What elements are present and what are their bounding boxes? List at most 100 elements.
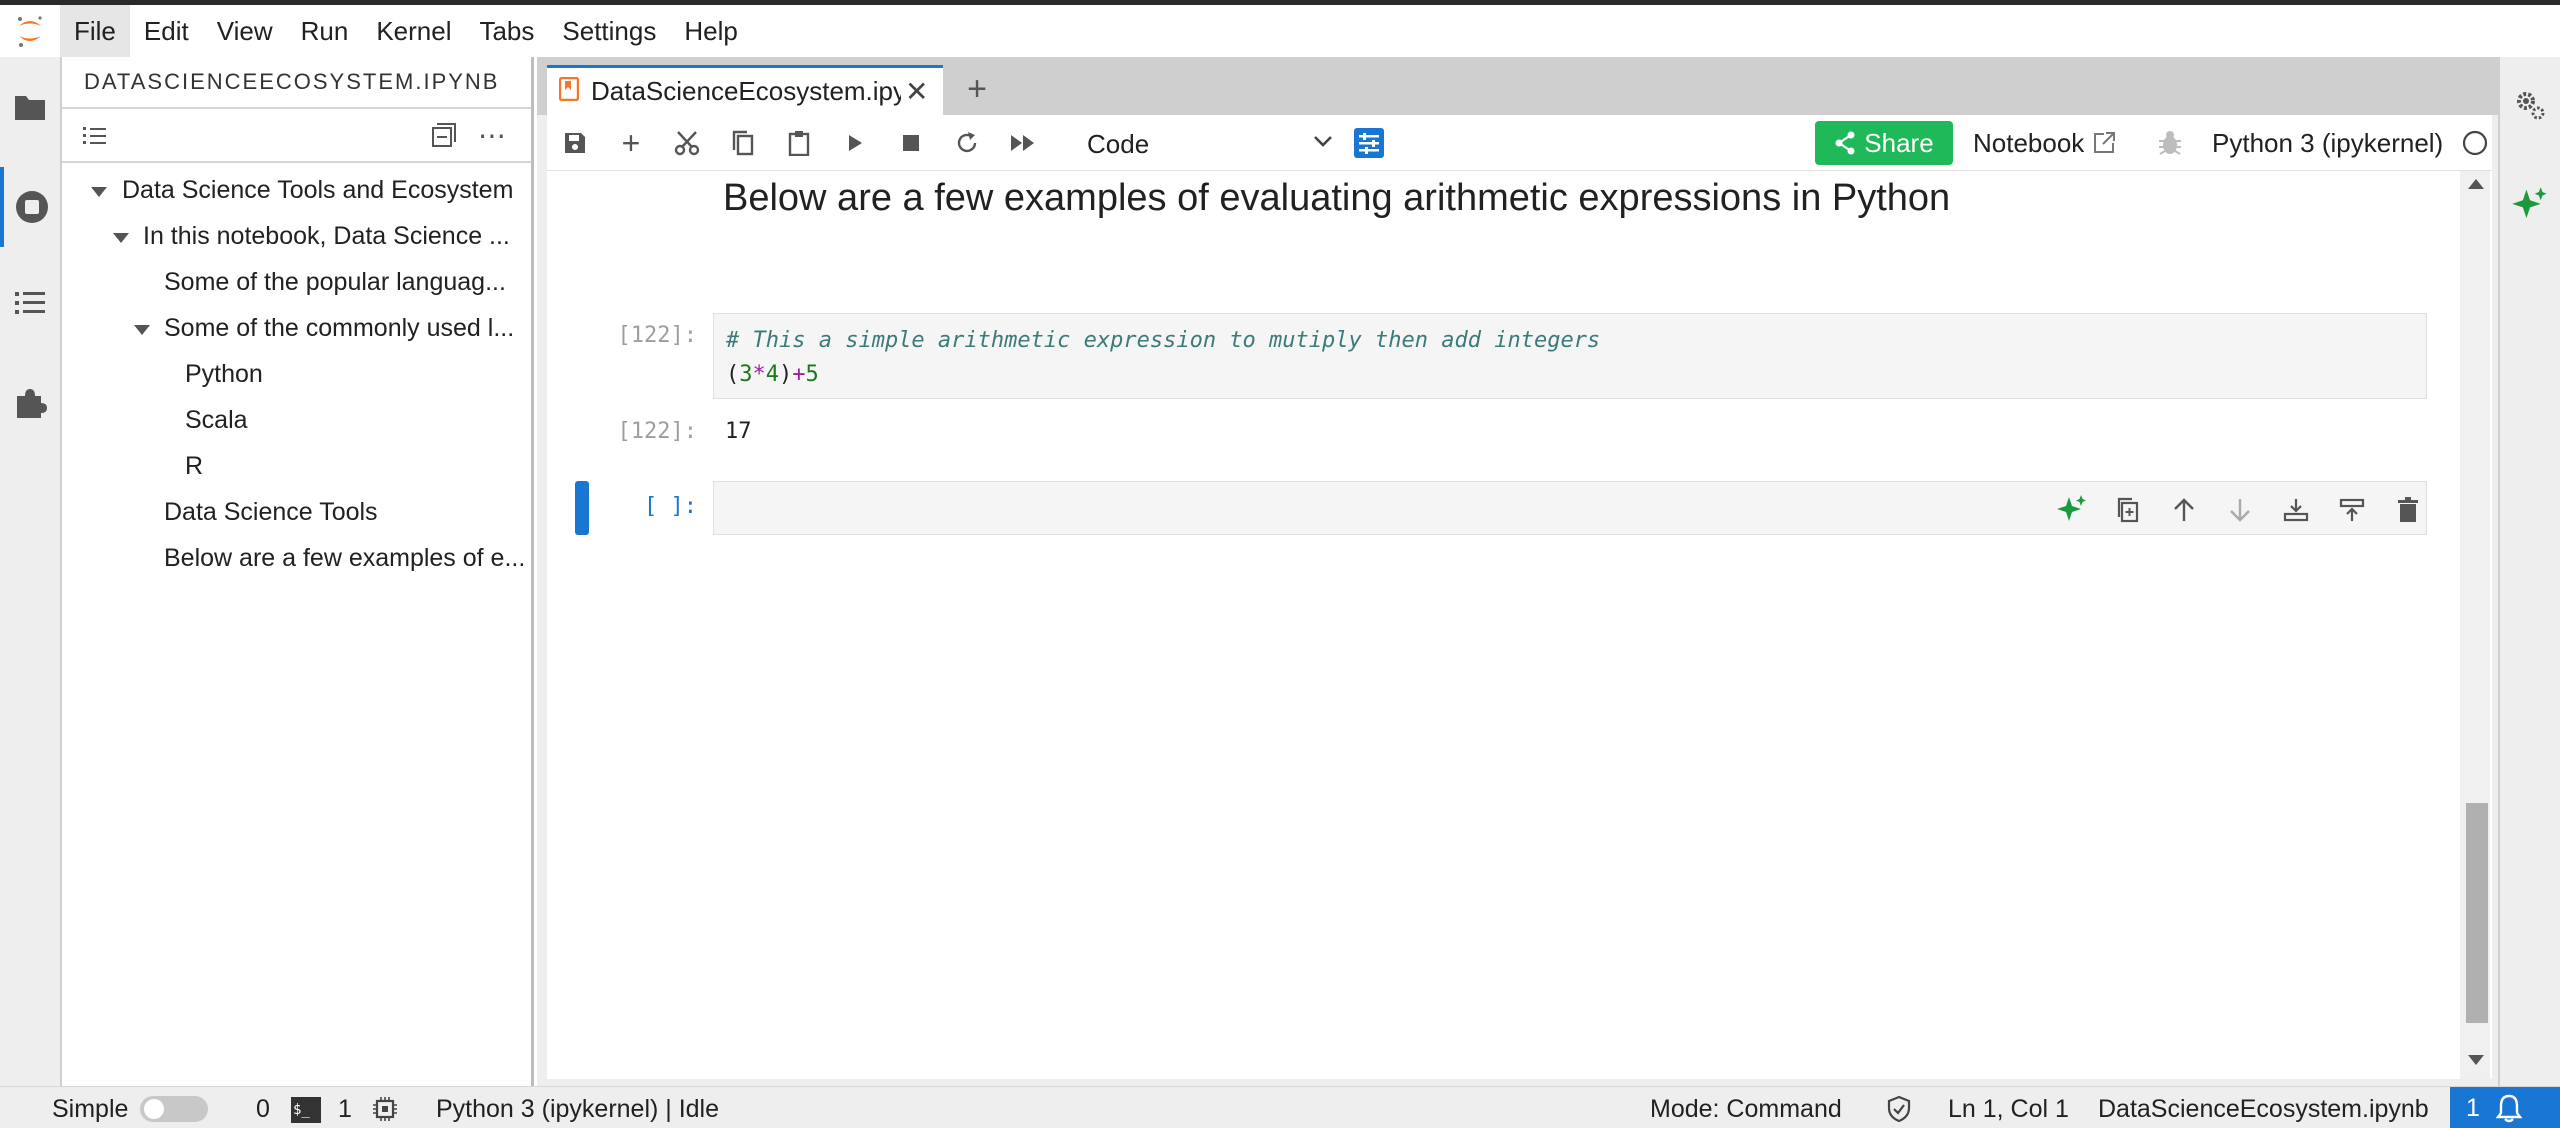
ai-assistant-button[interactable] bbox=[2500, 165, 2560, 245]
left-activity-bar bbox=[0, 57, 62, 1086]
toc-item-6[interactable]: Scala bbox=[185, 406, 248, 435]
notebook-label: Notebook bbox=[1973, 128, 2085, 158]
menu-settings[interactable]: Settings bbox=[548, 5, 670, 57]
kernel-name-button[interactable]: Python 3 (ipykernel) bbox=[2212, 128, 2443, 159]
menu-view[interactable]: View bbox=[203, 5, 287, 57]
cell-type-select[interactable]: Code bbox=[1087, 129, 1149, 160]
code-line: (3*4)+5 bbox=[726, 362, 819, 387]
kernels-count[interactable]: 0 bbox=[256, 1095, 270, 1124]
chevron-down-icon[interactable] bbox=[134, 325, 150, 335]
empty-code-cell[interactable] bbox=[713, 481, 2427, 535]
menu-tabs[interactable]: Tabs bbox=[465, 5, 548, 57]
toc-item-5[interactable]: Python bbox=[185, 360, 263, 389]
kernel-status[interactable]: Python 3 (ipykernel) | Idle bbox=[436, 1095, 719, 1124]
notebook-panel: Below are a few examples of evaluating a… bbox=[547, 171, 2492, 1079]
notification-count: 1 bbox=[2466, 1093, 2480, 1122]
copy-icon[interactable] bbox=[723, 123, 763, 163]
property-inspector-button[interactable] bbox=[2500, 65, 2560, 145]
simple-mode-toggle[interactable] bbox=[140, 1096, 208, 1122]
cpu-icon bbox=[372, 1096, 398, 1128]
chevron-down-icon[interactable] bbox=[1313, 135, 1333, 154]
numbered-list-icon[interactable] bbox=[82, 123, 108, 152]
insert-above-icon[interactable] bbox=[2276, 490, 2316, 530]
file-browser-button[interactable] bbox=[0, 67, 60, 147]
jupyter-logo-icon bbox=[0, 5, 60, 57]
table-of-contents-panel: DATASCIENCEECOSYSTEM.IPYNB ⋯ Data Scienc… bbox=[62, 57, 534, 1086]
menu-bar: File Edit View Run Kernel Tabs Settings … bbox=[0, 5, 2560, 57]
bug-icon[interactable] bbox=[2157, 129, 2183, 162]
notebook-toolbar: + Code Share Notebook Python 3 (ipykerne… bbox=[547, 115, 2492, 171]
scroll-up-icon[interactable] bbox=[2468, 179, 2484, 189]
markdown-heading: Below are a few examples of evaluating a… bbox=[723, 177, 1951, 219]
toc-item-3[interactable]: Some of the popular languag... bbox=[164, 268, 528, 297]
scrollbar-thumb[interactable] bbox=[2466, 803, 2488, 1023]
cursor-position[interactable]: Ln 1, Col 1 bbox=[1948, 1095, 2069, 1124]
fast-forward-icon[interactable] bbox=[1003, 123, 1043, 163]
menu-help[interactable]: Help bbox=[670, 5, 751, 57]
toc-item-8[interactable]: Data Science Tools bbox=[164, 498, 528, 527]
save-icon[interactable] bbox=[555, 123, 595, 163]
duplicate-cell-icon[interactable] bbox=[2108, 490, 2148, 530]
menu-edit[interactable]: Edit bbox=[130, 5, 203, 57]
chevron-down-icon[interactable] bbox=[113, 233, 129, 243]
bell-icon bbox=[2495, 1094, 2523, 1123]
status-bar: Simple 0 $_ 1 Python 3 (ipykernel) | Idl… bbox=[0, 1086, 2560, 1128]
tab-label: DataScienceEcosystem.ipynb bbox=[591, 76, 901, 106]
paste-icon[interactable] bbox=[779, 123, 819, 163]
terminal-icon: $_ bbox=[291, 1097, 321, 1123]
new-tab-button[interactable]: + bbox=[955, 69, 999, 109]
share-label: Share bbox=[1864, 127, 1934, 158]
property-inspector-icon[interactable] bbox=[1349, 123, 1389, 163]
toc-item-9[interactable]: Below are a few examples of e... bbox=[164, 544, 528, 573]
gears-icon bbox=[2517, 92, 2545, 120]
shield-check-icon[interactable] bbox=[1886, 1095, 1912, 1128]
collapse-all-icon[interactable] bbox=[430, 121, 458, 154]
restart-icon[interactable] bbox=[947, 123, 987, 163]
run-icon[interactable] bbox=[835, 123, 875, 163]
list-icon bbox=[15, 292, 45, 314]
toc-item-7[interactable]: R bbox=[185, 452, 203, 481]
toc-item-4[interactable]: Some of the commonly used l... bbox=[164, 314, 528, 343]
tab-notebook[interactable]: DataScienceEcosystem.ipynb ✕ bbox=[547, 65, 943, 115]
toc-item-1[interactable]: Data Science Tools and Ecosystem bbox=[122, 176, 522, 205]
cell-output: 17 bbox=[725, 419, 752, 444]
output-prompt: [122]: bbox=[617, 419, 697, 444]
close-icon[interactable]: ✕ bbox=[905, 75, 928, 108]
command-mode: Mode: Command bbox=[1650, 1095, 1842, 1123]
input-prompt: [122]: bbox=[617, 323, 697, 348]
notebook-icon bbox=[558, 76, 580, 106]
toc-item-2[interactable]: In this notebook, Data Science ... bbox=[143, 222, 529, 251]
chevron-down-icon[interactable] bbox=[91, 187, 107, 197]
delete-icon[interactable] bbox=[2388, 490, 2428, 530]
notifications-button[interactable]: 1 bbox=[2450, 1087, 2560, 1128]
status-filename: DataScienceEcosystem.ipynb bbox=[2098, 1095, 2429, 1123]
toc-toolbar: ⋯ bbox=[62, 107, 531, 163]
right-activity-bar bbox=[2498, 57, 2560, 1086]
input-prompt-empty: [ ]: bbox=[644, 494, 697, 519]
move-up-icon[interactable] bbox=[2164, 490, 2204, 530]
code-cell[interactable]: # This a simple arithmetic expression to… bbox=[713, 313, 2427, 399]
main-area: DataScienceEcosystem.ipynb ✕ + + Code Sh… bbox=[537, 57, 2498, 1086]
folder-icon bbox=[15, 96, 45, 120]
code-comment: # This a simple arithmetic expression to… bbox=[726, 328, 1601, 353]
menu-kernel[interactable]: Kernel bbox=[362, 5, 465, 57]
notebook-scrollbar[interactable] bbox=[2460, 171, 2490, 1079]
more-options-icon[interactable]: ⋯ bbox=[478, 119, 507, 152]
extensions-button[interactable] bbox=[0, 363, 60, 443]
terminals-count[interactable]: 1 bbox=[338, 1095, 352, 1124]
scroll-down-icon[interactable] bbox=[2468, 1055, 2484, 1065]
table-of-contents-button[interactable] bbox=[0, 263, 60, 343]
open-in-notebook-link[interactable]: Notebook bbox=[1973, 128, 2116, 159]
panel-title: DATASCIENCEECOSYSTEM.IPYNB bbox=[84, 69, 500, 94]
ai-sparkle-icon[interactable] bbox=[2052, 490, 2092, 530]
stop-icon[interactable] bbox=[891, 123, 931, 163]
cut-icon[interactable] bbox=[667, 123, 707, 163]
share-button[interactable]: Share bbox=[1815, 121, 1953, 165]
insert-below-icon[interactable] bbox=[2332, 490, 2372, 530]
move-down-icon[interactable] bbox=[2220, 490, 2260, 530]
simple-mode-label: Simple bbox=[52, 1095, 129, 1123]
menu-run[interactable]: Run bbox=[287, 5, 363, 57]
running-sessions-button[interactable] bbox=[0, 167, 60, 247]
add-cell-icon[interactable]: + bbox=[611, 123, 651, 163]
menu-file[interactable]: File bbox=[60, 5, 130, 57]
